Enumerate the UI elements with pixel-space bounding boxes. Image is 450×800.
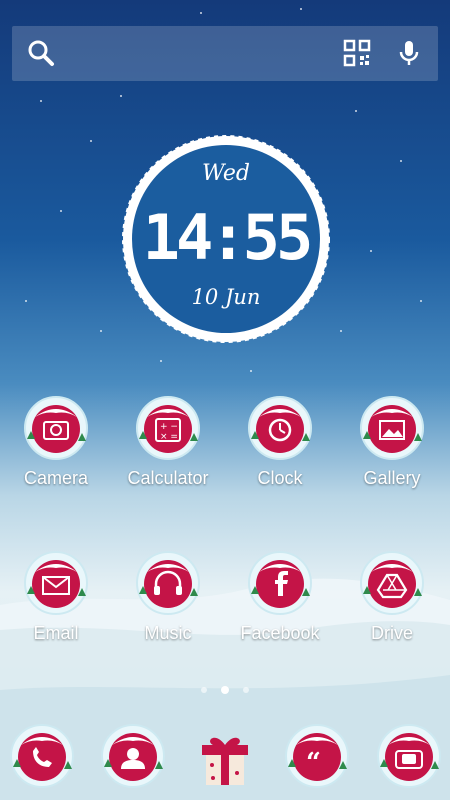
app-camera[interactable]: Camera	[0, 395, 112, 489]
app-clock[interactable]: Clock	[224, 395, 336, 489]
messages-icon: “	[285, 724, 349, 788]
gift-icon	[202, 737, 248, 785]
gallery-icon	[359, 395, 425, 461]
dock-gift[interactable]	[192, 723, 258, 789]
dock-contacts[interactable]	[100, 723, 166, 789]
app-email[interactable]: Email	[0, 550, 112, 644]
page-dot[interactable]	[201, 686, 207, 693]
page-dot[interactable]	[243, 686, 249, 693]
clock-date: 10 Jun	[191, 285, 261, 309]
phone-icon	[10, 724, 74, 788]
clock-day: Wed	[202, 161, 250, 186]
dock-phone[interactable]	[9, 723, 75, 789]
app-label-calculator: Calculator	[127, 468, 209, 488]
clock-time: 14:55	[142, 201, 314, 274]
facebook-icon	[247, 550, 313, 616]
app-label-clock: Clock	[257, 468, 303, 488]
microphone-icon[interactable]	[394, 38, 424, 68]
email-icon	[23, 550, 89, 616]
app-label-music: Music	[144, 623, 192, 643]
drive-icon	[359, 550, 425, 616]
app-calculator[interactable]: + − × = Calculator	[112, 395, 224, 489]
search-bar[interactable]	[12, 26, 438, 81]
app-music[interactable]: Music	[112, 550, 224, 644]
contacts-icon	[101, 724, 165, 788]
headphones-icon	[135, 550, 201, 616]
svg-text:+ −: + −	[160, 422, 178, 432]
app-label-gallery: Gallery	[363, 468, 421, 488]
clock-icon	[247, 395, 313, 461]
app-label-facebook: Facebook	[240, 623, 320, 643]
clock-widget[interactable]: Wed 14:55 10 Jun	[120, 133, 332, 345]
dock-messages[interactable]: “	[284, 723, 350, 789]
app-facebook[interactable]: Facebook	[224, 550, 336, 644]
calculator-icon: + − × =	[135, 395, 201, 461]
camera-icon	[23, 395, 89, 461]
page-indicator	[0, 681, 450, 699]
app-drive[interactable]: Drive	[336, 550, 448, 644]
app-label-email: Email	[33, 623, 79, 643]
page-dot-active[interactable]	[221, 685, 229, 694]
qr-code-icon[interactable]	[342, 38, 372, 68]
svg-text:× =: × =	[160, 432, 178, 442]
app-label-camera: Camera	[23, 468, 89, 488]
photo-camera-icon	[377, 724, 441, 788]
app-gallery[interactable]: Gallery	[336, 395, 448, 489]
dock-camera[interactable]	[376, 723, 442, 789]
search-icon[interactable]	[26, 38, 56, 68]
svg-text:“: “	[306, 748, 321, 778]
app-label-drive: Drive	[370, 623, 413, 643]
